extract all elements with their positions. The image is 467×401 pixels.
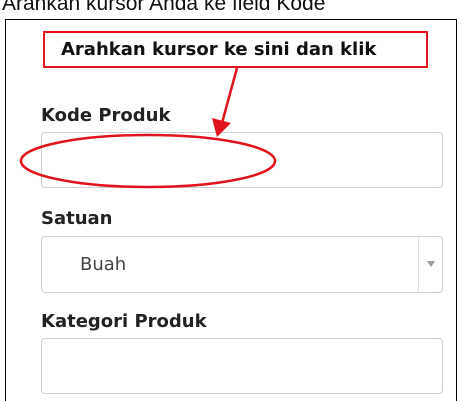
instruction-callout: Arahkan kursor ke sini dan klik — [43, 31, 428, 68]
chevron-down-icon[interactable] — [427, 261, 435, 267]
kode-produk-input[interactable] — [41, 132, 443, 188]
screenshot-stage: Arahkan kursor Anda ke field Kode Arahka… — [0, 0, 467, 401]
kategori-produk-input[interactable] — [41, 338, 443, 394]
instruction-caption: Arahkan kursor Anda ke field Kode — [2, 0, 326, 15]
kode-produk-label: Kode Produk — [41, 105, 171, 126]
satuan-select[interactable]: Buah — [41, 236, 443, 293]
satuan-selected-value: Buah — [80, 254, 127, 275]
kategori-produk-label: Kategori Produk — [41, 311, 207, 332]
satuan-label: Satuan — [41, 208, 113, 229]
select-divider — [418, 237, 419, 292]
